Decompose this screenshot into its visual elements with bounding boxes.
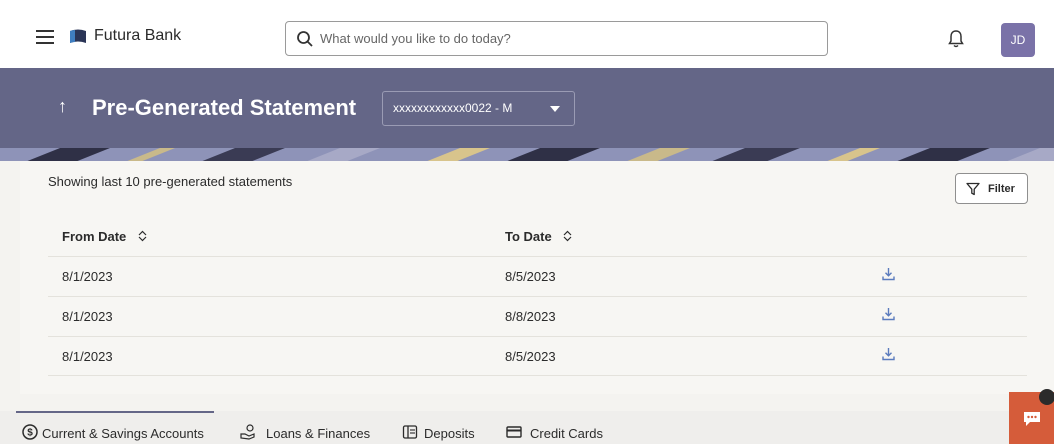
from-date-header-label: From Date [62,229,127,244]
download-icon[interactable] [882,347,895,361]
deposits-icon [402,425,418,439]
menu-icon[interactable] [36,30,54,44]
column-header-from-date[interactable]: From Date [62,229,147,244]
brand-name[interactable]: Futura Bank [94,27,181,45]
search-input[interactable] [320,23,810,54]
tab-label: Credit Cards [530,426,603,441]
back-arrow-icon[interactable]: ↑ [58,96,67,117]
page-title: Pre-Generated Statement [92,95,357,120]
filter-icon [966,182,980,196]
table-row: 8/1/2023 8/5/2023 [48,256,1027,296]
from-date-cell: 8/1/2023 [62,349,113,364]
statement-card: Showing last 10 pre-generated statements… [20,161,1054,394]
notification-bell-icon[interactable] [947,29,965,49]
credit-card-icon [506,426,522,438]
account-select[interactable]: xxxxxxxxxxxx0022 - M [382,91,575,126]
download-icon[interactable] [882,267,895,281]
column-header-to-date[interactable]: To Date [505,229,572,244]
tab-label: Current & Savings Accounts [42,426,204,441]
tab-credit-cards[interactable]: Credit Cards [506,411,616,444]
dollar-circle-icon: $ [22,424,38,440]
from-date-cell: 8/1/2023 [62,309,113,324]
table-row: 8/1/2023 8/8/2023 [48,296,1027,336]
to-date-header-label: To Date [505,229,552,244]
chat-notification-badge [1039,389,1054,405]
to-date-cell: 8/5/2023 [505,349,556,364]
search-box[interactable] [285,21,828,56]
chat-icon [1024,412,1040,426]
filter-label: Filter [988,183,1015,195]
tab-label: Loans & Finances [266,426,371,441]
table-bottom-divider [48,375,1027,376]
top-header: Futura Bank JD [0,0,1054,68]
filter-button[interactable]: Filter [955,173,1028,204]
showing-text: Showing last 10 pre-generated statements [48,174,293,189]
sort-icon [138,230,147,242]
table-row: 8/1/2023 8/5/2023 [48,336,1027,376]
tab-current-savings-accounts[interactable]: $ Current & Savings Accounts [22,411,216,444]
decorative-pattern [0,148,1054,161]
to-date-cell: 8/8/2023 [505,309,556,324]
tab-deposits[interactable]: Deposits [402,411,484,444]
from-date-cell: 8/1/2023 [62,269,113,284]
svg-text:$: $ [27,428,33,439]
tab-loans-finances[interactable]: Loans & Finances [240,411,380,444]
download-icon[interactable] [882,307,895,321]
bank-logo-icon [70,29,86,43]
tab-label: Deposits [424,426,475,441]
account-select-value: xxxxxxxxxxxx0022 - M [393,101,513,115]
avatar[interactable]: JD [1001,23,1035,57]
product-tab-bar: $ Current & Savings Accounts Loans & Fin… [0,411,1054,444]
search-icon [297,31,313,47]
page-title-band: ↑ Pre-Generated Statement xxxxxxxxxxxx00… [0,68,1054,161]
chevron-down-icon [550,106,560,112]
to-date-cell: 8/5/2023 [505,269,556,284]
sort-icon [563,230,572,242]
loan-hand-icon [240,424,255,440]
